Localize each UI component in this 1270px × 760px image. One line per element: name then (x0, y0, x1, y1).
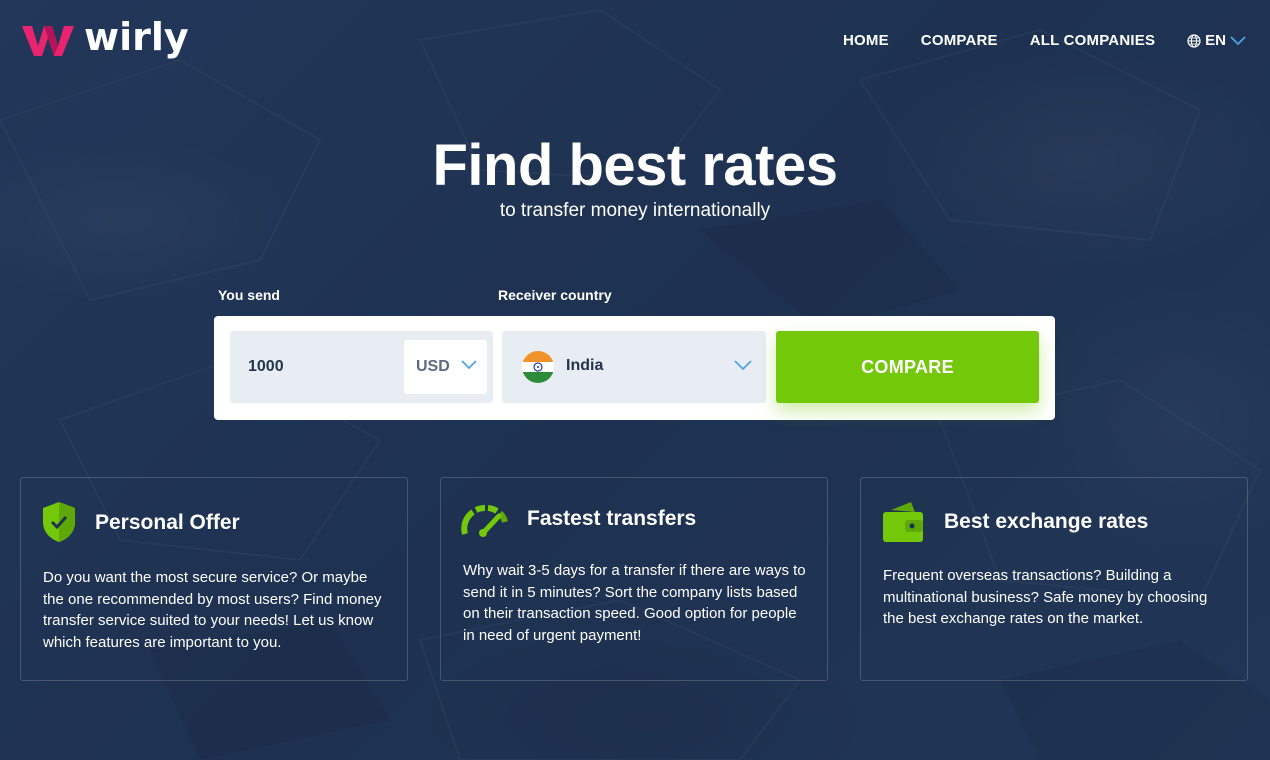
logo-wordmark: wirly (84, 15, 189, 59)
speedometer-icon (461, 505, 508, 537)
globe-icon (1187, 33, 1201, 48)
feature-description: Frequent overseas transactions? Building… (883, 567, 1208, 627)
hero-title: Find best rates (432, 133, 838, 198)
country-value: India (566, 357, 604, 374)
india-flag-icon (522, 351, 554, 383)
nav-home[interactable]: HOME (843, 32, 889, 49)
feature-card-best-exchange-rates: Best exchange rates Frequent overseas tr… (860, 477, 1248, 681)
language-label: EN (1205, 32, 1226, 49)
feature-title: Fastest transfers (527, 507, 697, 530)
feature-card-fastest-transfers: Fastest transfers Why wait 3-5 days for … (440, 477, 828, 681)
wallet-icon (883, 502, 923, 542)
feature-description: Do you want the most secure service? Or … (43, 569, 382, 651)
nav-all-companies[interactable]: ALL COMPANIES (1030, 32, 1155, 49)
currency-select[interactable]: USD (404, 340, 487, 394)
logo[interactable]: wirly (22, 15, 189, 59)
amount-input[interactable] (248, 355, 398, 379)
rate-search-form: USD India COMPARE (214, 316, 1055, 420)
hero-subtitle: to transfer money internationally (499, 200, 771, 221)
feature-title: Personal Offer (95, 511, 240, 534)
shield-check-icon (43, 502, 75, 542)
feature-title: Best exchange rates (944, 510, 1149, 533)
country-select[interactable]: India (502, 331, 766, 403)
chevron-down-icon (1230, 35, 1246, 45)
feature-description: Why wait 3-5 days for a transfer if ther… (463, 562, 806, 644)
site-header: wirly HOME COMPARE ALL COMPANIES EN (0, 0, 1270, 82)
amount-field-group: USD (230, 331, 493, 403)
you-send-label: You send (218, 287, 280, 303)
receiver-country-label: Receiver country (498, 287, 612, 303)
language-selector[interactable]: EN (1187, 32, 1250, 49)
main-nav: HOME COMPARE ALL COMPANIES EN (811, 32, 1250, 49)
compare-button[interactable]: COMPARE (776, 331, 1039, 403)
logo-mark-icon (22, 26, 74, 56)
feature-card-personal-offer: Personal Offer Do you want the most secu… (20, 477, 408, 681)
chevron-down-icon (734, 360, 752, 371)
currency-value: USD (416, 358, 450, 375)
chevron-down-icon (461, 360, 477, 370)
nav-compare[interactable]: COMPARE (921, 32, 998, 49)
